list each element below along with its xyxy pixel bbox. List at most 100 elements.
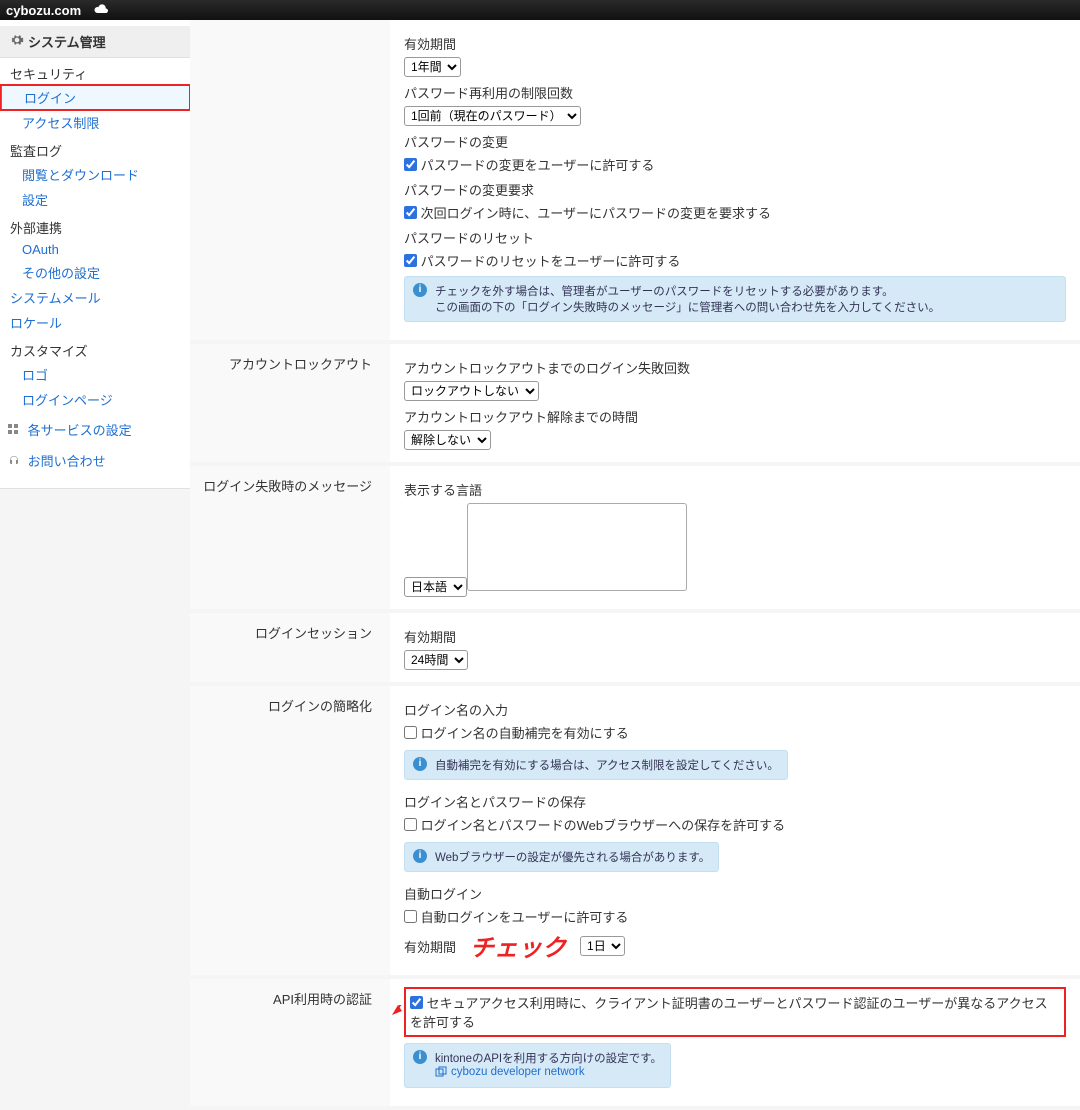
row-label: アカウントロックアウト [190,344,390,462]
sidebar-group: 外部連携 [0,212,190,239]
select[interactable]: 1年間 [404,57,461,77]
info-box: iチェックを外す場合は、管理者がユーザーのパスワードをリセットする必要があります… [404,276,1066,322]
sidebar-group: カスタマイズ [0,335,190,362]
sidebar: システム管理 セキュリティログインアクセス制限監査ログ閲覧とダウンロード設定外部… [0,20,190,489]
row-fields: セキュアアクセス利用時に、クライアント証明書のユーザーとパスワード認証のユーザー… [390,979,1080,1106]
sidebar-contact[interactable]: お問い合わせ [0,443,190,474]
field-title: アカウントロックアウト解除までの時間 [404,407,1066,426]
sidebar-title: システム管理 [0,26,190,58]
row-fields: アカウントロックアウトまでのログイン失敗回数ロックアウトしないアカウントロックア… [390,344,1080,462]
message-textarea[interactable] [467,503,687,591]
sidebar-item[interactable]: その他の設定 [0,260,190,285]
sidebar-item[interactable]: ロケール [0,310,190,335]
sidebar-item[interactable]: OAuth [0,239,190,260]
checkbox[interactable] [404,158,417,171]
check-annotation: チェック [470,928,566,963]
sidebar-item-label[interactable]: システムメール [10,291,101,306]
checkbox-label[interactable]: 次回ログイン時に、ユーザーにパスワードの変更を要求する [417,206,771,221]
info-box: ikintoneのAPIを利用する方向けの設定です。 cybozu develo… [404,1043,671,1088]
settings-row: ログインの簡略化ログイン名の入力 ログイン名の自動補完を有効にするi自動補完を有… [190,686,1080,975]
external-link[interactable]: cybozu developer network [435,1066,585,1078]
sidebar-item[interactable]: 設定 [0,187,190,212]
sidebar-item[interactable]: アクセス制限 [0,110,190,135]
devnet-link[interactable]: cybozu developer network [451,1066,585,1078]
select[interactable]: 解除しない [404,430,491,450]
settings-row: アカウントロックアウトアカウントロックアウトまでのログイン失敗回数ロックアウトし… [190,344,1080,462]
checkbox-label[interactable]: パスワードのリセットをユーザーに許可する [417,254,680,269]
info-icon: i [413,283,427,297]
sidebar-item-label[interactable]: ログイン [24,91,76,106]
checkbox-line: ログイン名の自動補完を有効にする [404,723,1066,742]
sidebar-group: セキュリティ [0,58,190,85]
checkbox-label[interactable]: ログイン名とパスワードのWebブラウザーへの保存を許可する [417,818,785,833]
checkbox-line: パスワードの変更をユーザーに許可する [404,155,1066,174]
sidebar-item-label[interactable]: ロケール [10,316,62,331]
sidebar-item[interactable]: 閲覧とダウンロード [0,162,190,187]
sidebar-item[interactable]: ログインページ [0,387,190,412]
content-area: 有効期間 1年間パスワード再利用の制限回数 1回前（現在のパスワード） パスワードの変… [190,20,1080,1110]
checkbox-label[interactable]: ログイン名の自動補完を有効にする [417,726,629,741]
checkbox[interactable] [410,996,423,1009]
row-label: ログインの簡略化 [190,686,390,975]
sidebar-item-label[interactable]: アクセス制限 [22,116,99,131]
settings-row: API利用時の認証 セキュアアクセス利用時に、クライアント証明書のユーザーとパス… [190,979,1080,1106]
sidebar-item-label[interactable]: ログインページ [22,393,113,408]
row-fields: ログイン名の入力 ログイン名の自動補完を有効にするi自動補完を有効にする場合は、… [390,686,1080,975]
checkbox-label[interactable]: パスワードの変更をユーザーに許可する [417,158,654,173]
sidebar-item[interactable]: システムメール [0,285,190,310]
highlight-annotation: セキュアアクセス利用時に、クライアント証明書のユーザーとパスワード認証のユーザー… [404,987,1066,1037]
select[interactable]: 24時間 [404,650,468,670]
select[interactable]: ロックアウトしない [404,381,539,401]
sidebar-item-label[interactable]: その他の設定 [22,266,100,281]
settings-row: ログイン失敗時のメッセージ表示する言語日本語 [190,466,1080,609]
checkbox[interactable] [404,206,417,219]
settings-row: ログインセッション有効期間24時間 [190,613,1080,682]
checkbox[interactable] [404,726,417,739]
gear-icon [10,33,24,50]
checkbox-line: 自動ログインをユーザーに許可する [404,907,1066,926]
info-icon: i [413,757,427,771]
checkbox-line: パスワードのリセットをユーザーに許可する [404,251,1066,270]
checkbox[interactable] [404,818,417,831]
sidebar-item-label[interactable]: 設定 [22,193,48,208]
sidebar-item-label[interactable]: ロゴ [22,368,48,383]
row-fields: 有効期間24時間 [390,613,1080,682]
field-title: ログイン名とパスワードの保存 [404,792,1066,811]
topbar: cybozu.com [0,0,1080,20]
checkbox[interactable] [404,910,417,923]
field-title: アカウントロックアウトまでのログイン失敗回数 [404,358,1066,377]
select[interactable]: 1回前（現在のパスワード） [404,106,581,126]
row-label [190,20,390,340]
field-title: 自動ログイン [404,884,1066,903]
sidebar-each-service[interactable]: 各サービスの設定 [0,412,190,443]
checkbox-line: ログイン名とパスワードのWebブラウザーへの保存を許可する [404,815,1066,834]
sidebar-item[interactable]: ログイン [0,85,190,110]
checkbox-label[interactable]: セキュアアクセス利用時に、クライアント証明書のユーザーとパスワード認証のユーザー… [410,996,1048,1030]
field-title: パスワードの変更要求 [404,180,1066,199]
field-title: パスワードの変更 [404,132,1066,151]
info-box: i自動補完を有効にする場合は、アクセス制限を設定してください。 [404,750,788,780]
checkbox-line: 次回ログイン時に、ユーザーにパスワードの変更を要求する [404,203,1066,222]
row-fields: 表示する言語日本語 [390,466,1080,609]
info-icon: i [413,849,427,863]
row-label: ログイン失敗時のメッセージ [190,466,390,609]
field-title: 有効期間 [404,34,1066,53]
settings-row: 有効期間 1年間パスワード再利用の制限回数 1回前（現在のパスワード） パスワードの変… [190,20,1080,340]
select[interactable]: 日本語 [404,577,467,597]
row-label: API利用時の認証 [190,979,390,1106]
sidebar-item[interactable]: ロゴ [0,362,190,387]
checkbox[interactable] [404,254,417,267]
sidebar-item-label[interactable]: OAuth [22,242,59,257]
info-icon: i [413,1050,427,1064]
headset-icon [8,455,20,470]
row-label: ログインセッション [190,613,390,682]
cloud-icon [93,3,111,17]
topbar-brand: cybozu.com [6,3,81,18]
info-box: iWebブラウザーの設定が優先される場合があります。 [404,842,719,872]
checkbox-label[interactable]: 自動ログインをユーザーに許可する [417,910,628,925]
field-title: パスワード再利用の制限回数 [404,83,1066,102]
sidebar-item-label[interactable]: 閲覧とダウンロード [22,168,139,183]
field-title: パスワードのリセット [404,228,1066,247]
grid-icon [8,424,20,439]
select[interactable]: 1日 [580,936,625,956]
